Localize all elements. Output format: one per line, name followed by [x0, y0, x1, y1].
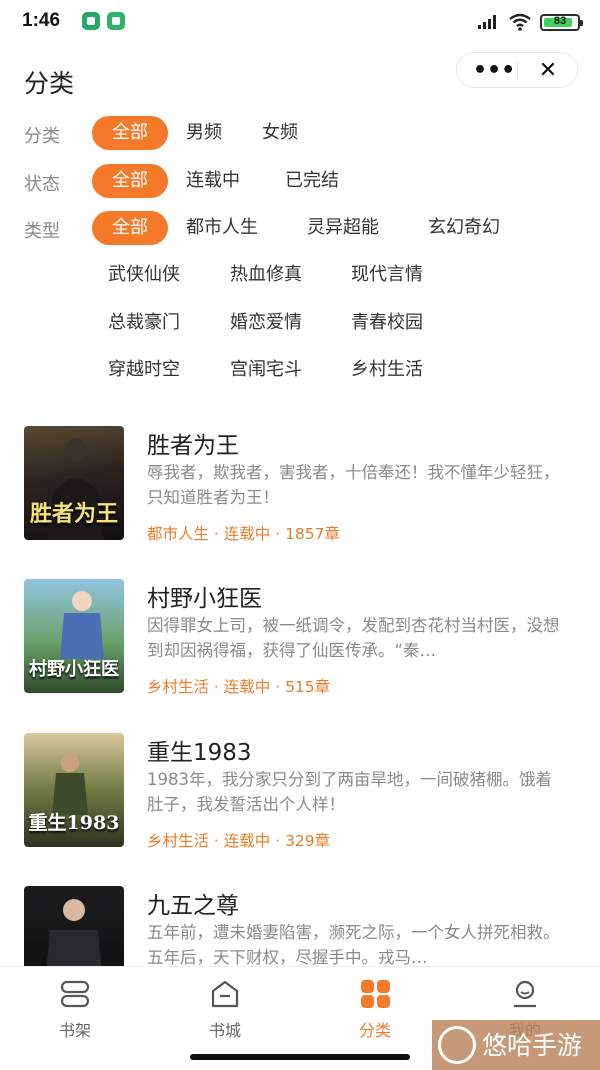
book-list: 胜者为王 胜者为王 辱我者，欺我者，害我者，十倍奉还！我不懂年少轻狂，只知道胜者… [0, 0, 600, 966]
book-item[interactable]: 村野小狂医 村野小狂医 因得罪女上司，被一纸调令，发配到杏花村当村医，没想到却因… [0, 579, 600, 709]
cover-title: 胜者为王 [29, 501, 118, 527]
book-title: 重生1983 [147, 740, 252, 766]
book-cover: 胜者为王 [24, 426, 124, 540]
cover-title: 重生1983 [28, 812, 120, 834]
book-description: 因得罪女上司，被一纸调令，发配到杏花村当村医，没想到却因祸得福，获得了仙医传承。… [147, 616, 560, 660]
nav-label: 分类 [358, 1021, 391, 1040]
book-description: 1983年，我分家只分到了两亩旱地，一间破猪棚。饿着肚子，我发誓活出个人样！ [147, 770, 552, 814]
bookstore-icon [208, 979, 242, 1009]
watermark-text: 悠哈手游 [482, 1031, 583, 1060]
nav-label: 书城 [208, 1021, 241, 1040]
book-description: 五年前，遭未婚妻陷害，濒死之际，一个女人拼死相救。五年后，天下财权，尽握手中。戎… [147, 923, 560, 966]
profile-icon [508, 979, 542, 1009]
book-item[interactable]: 重生1983 重生1983 1983年，我分家只分到了两亩旱地，一间破猪棚。饿着… [0, 733, 600, 863]
book-meta: 乡村生活 · 连载中 · 329章 [147, 832, 331, 850]
book-item[interactable]: 九五之尊 五年前，遭未婚妻陷害，濒死之际，一个女人拼死相救。五年后，天下财权，尽… [0, 886, 600, 966]
nav-label: 书架 [58, 1021, 91, 1040]
nav-item-bookstore[interactable]: 书城 [150, 967, 300, 1047]
book-item[interactable]: 胜者为王 胜者为王 辱我者，欺我者，害我者，十倍奉还！我不懂年少轻狂，只知道胜者… [0, 426, 600, 556]
book-title: 胜者为王 [147, 433, 239, 459]
category-icon [358, 979, 392, 1009]
site-watermark: 悠哈手游 [432, 1020, 600, 1070]
nav-item-category[interactable]: 分类 [300, 967, 450, 1047]
book-title: 九五之尊 [147, 893, 239, 919]
book-description: 辱我者，欺我者，害我者，十倍奉还！我不懂年少轻狂，只知道胜者为王！ [147, 463, 560, 507]
book-meta: 乡村生活 · 连载中 · 515章 [147, 678, 331, 696]
book-meta: 都市人生 · 连载中 · 1857章 [147, 525, 341, 543]
watermark-logo-icon [438, 1026, 476, 1064]
book-cover: 重生1983 [24, 733, 124, 847]
bookshelf-icon [58, 979, 92, 1009]
book-cover [24, 886, 124, 966]
cover-title: 村野小狂医 [29, 659, 119, 680]
book-title: 村野小狂医 [147, 586, 262, 612]
book-cover: 村野小狂医 [24, 579, 124, 693]
nav-item-bookshelf[interactable]: 书架 [0, 967, 150, 1047]
home-indicator [190, 1054, 410, 1060]
